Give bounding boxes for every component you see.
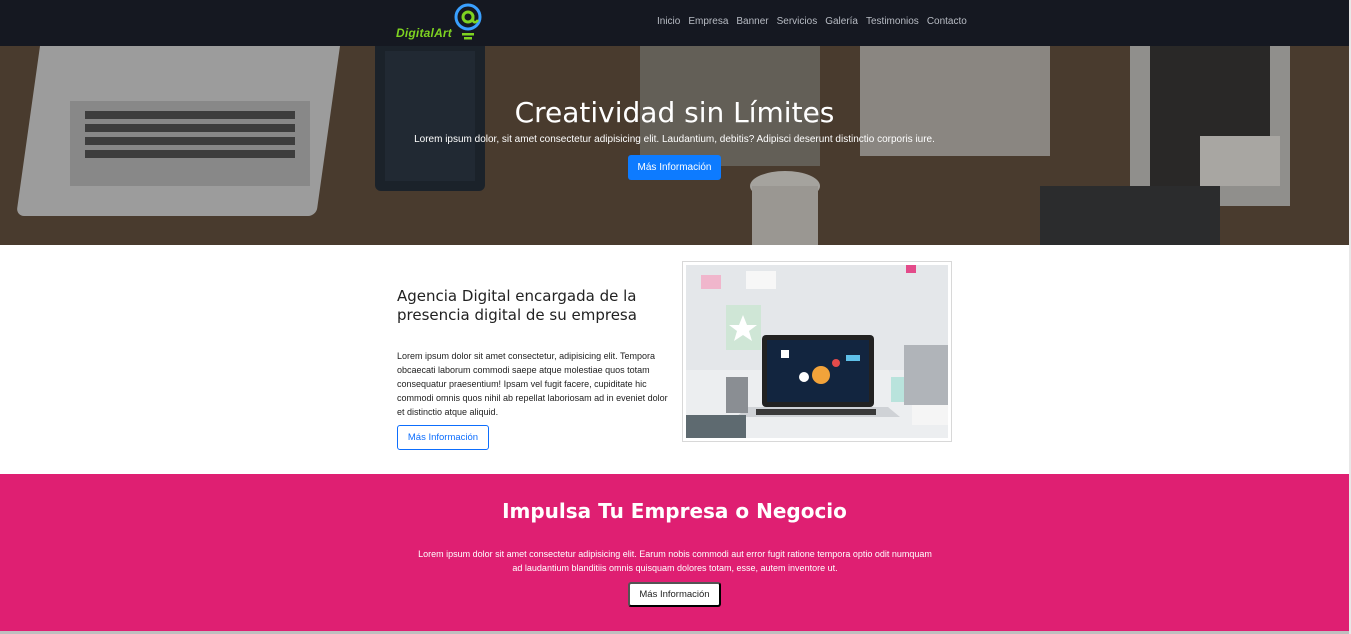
about-text: Lorem ipsum dolor sit amet consectetur, … [397,351,668,417]
hero-background-image [0,46,1349,245]
about-image [682,261,952,442]
nav-item-empresa[interactable]: Empresa [684,16,732,27]
nav-item-contacto[interactable]: Contacto [923,16,971,27]
promo-title: Impulsa Tu Empresa o Negocio [502,499,847,523]
hero-title: Creatividad sin Límites [514,96,835,129]
main-nav: Inicio Empresa Banner Servicios Galería … [653,16,971,27]
at-sign-icon [454,3,482,40]
navbar: DigitalArt Inicio Empresa Banner Servici… [0,0,1351,46]
about-title: Agencia Digital encargada de la presenci… [397,287,637,324]
nav-item-banner[interactable]: Banner [732,16,772,27]
promo-section: Impulsa Tu Empresa o Negocio Lorem ipsum… [0,474,1349,631]
hero-more-info-button[interactable]: Más Información [628,155,721,180]
about-more-info-button[interactable]: Más Información [397,425,489,450]
nav-item-testimonios[interactable]: Testimonios [862,16,923,27]
nav-item-galeria[interactable]: Galería [821,16,862,27]
brand-name: DigitalArt [396,26,452,40]
brand-logo[interactable]: DigitalArt [396,3,496,41]
nav-item-servicios[interactable]: Servicios [773,16,822,27]
promo-text: Lorem ipsum dolor sit amet consectetur a… [418,549,932,573]
hero-subtitle: Lorem ipsum dolor, sit amet consectetur … [414,134,935,145]
nav-item-inicio[interactable]: Inicio [653,16,684,27]
hero-banner: Creatividad sin Límites Lorem ipsum dolo… [0,46,1349,245]
promo-more-info-button[interactable]: Más Información [628,582,721,607]
laptop-desk-image [686,265,948,438]
